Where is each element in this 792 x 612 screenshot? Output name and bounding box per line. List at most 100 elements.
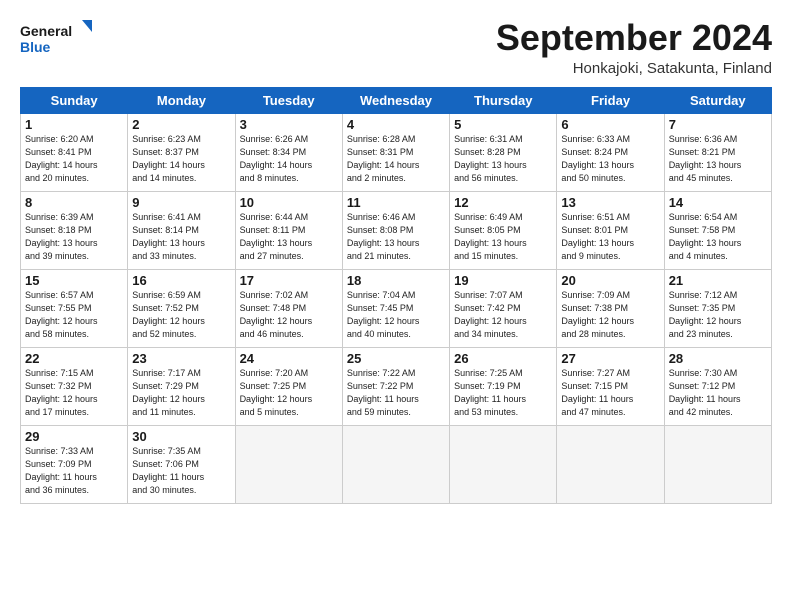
day-number: 3 — [240, 117, 338, 132]
day-number: 8 — [25, 195, 123, 210]
table-cell — [450, 425, 557, 503]
subtitle: Honkajoki, Satakunta, Finland — [496, 60, 772, 77]
table-row: 29 Sunrise: 7:33 AM Sunset: 7:09 PM Dayl… — [21, 425, 772, 503]
table-cell: 1 Sunrise: 6:20 AM Sunset: 8:41 PM Dayli… — [21, 113, 128, 191]
day-info: Sunrise: 6:33 AM Sunset: 8:24 PM Dayligh… — [561, 133, 659, 185]
svg-text:General: General — [20, 23, 72, 39]
day-info: Sunrise: 7:09 AM Sunset: 7:38 PM Dayligh… — [561, 289, 659, 341]
calendar-body: 1 Sunrise: 6:20 AM Sunset: 8:41 PM Dayli… — [21, 113, 772, 503]
header: General Blue September 2024 Honkajoki, S… — [20, 18, 772, 77]
table-cell: 24 Sunrise: 7:20 AM Sunset: 7:25 PM Dayl… — [235, 347, 342, 425]
table-cell: 11 Sunrise: 6:46 AM Sunset: 8:08 PM Dayl… — [342, 191, 449, 269]
day-number: 27 — [561, 351, 659, 366]
day-number: 19 — [454, 273, 552, 288]
table-cell: 2 Sunrise: 6:23 AM Sunset: 8:37 PM Dayli… — [128, 113, 235, 191]
day-number: 17 — [240, 273, 338, 288]
day-number: 9 — [132, 195, 230, 210]
day-number: 28 — [669, 351, 767, 366]
day-info: Sunrise: 6:59 AM Sunset: 7:52 PM Dayligh… — [132, 289, 230, 341]
title-area: September 2024 Honkajoki, Satakunta, Fin… — [496, 18, 772, 77]
day-number: 10 — [240, 195, 338, 210]
day-number: 25 — [347, 351, 445, 366]
day-number: 16 — [132, 273, 230, 288]
table-cell: 21 Sunrise: 7:12 AM Sunset: 7:35 PM Dayl… — [664, 269, 771, 347]
day-number: 13 — [561, 195, 659, 210]
day-info: Sunrise: 7:07 AM Sunset: 7:42 PM Dayligh… — [454, 289, 552, 341]
day-number: 30 — [132, 429, 230, 444]
table-cell: 27 Sunrise: 7:27 AM Sunset: 7:15 PM Dayl… — [557, 347, 664, 425]
day-number: 1 — [25, 117, 123, 132]
day-info: Sunrise: 7:02 AM Sunset: 7:48 PM Dayligh… — [240, 289, 338, 341]
table-cell: 17 Sunrise: 7:02 AM Sunset: 7:48 PM Dayl… — [235, 269, 342, 347]
col-monday: Monday — [128, 87, 235, 113]
day-info: Sunrise: 7:33 AM Sunset: 7:09 PM Dayligh… — [25, 445, 123, 497]
day-number: 21 — [669, 273, 767, 288]
table-cell: 25 Sunrise: 7:22 AM Sunset: 7:22 PM Dayl… — [342, 347, 449, 425]
day-info: Sunrise: 7:15 AM Sunset: 7:32 PM Dayligh… — [25, 367, 123, 419]
day-info: Sunrise: 7:22 AM Sunset: 7:22 PM Dayligh… — [347, 367, 445, 419]
table-cell: 14 Sunrise: 6:54 AM Sunset: 7:58 PM Dayl… — [664, 191, 771, 269]
day-info: Sunrise: 6:41 AM Sunset: 8:14 PM Dayligh… — [132, 211, 230, 263]
day-number: 26 — [454, 351, 552, 366]
table-row: 15 Sunrise: 6:57 AM Sunset: 7:55 PM Dayl… — [21, 269, 772, 347]
day-info: Sunrise: 6:36 AM Sunset: 8:21 PM Dayligh… — [669, 133, 767, 185]
day-number: 20 — [561, 273, 659, 288]
table-cell: 15 Sunrise: 6:57 AM Sunset: 7:55 PM Dayl… — [21, 269, 128, 347]
day-info: Sunrise: 6:26 AM Sunset: 8:34 PM Dayligh… — [240, 133, 338, 185]
table-cell: 4 Sunrise: 6:28 AM Sunset: 8:31 PM Dayli… — [342, 113, 449, 191]
calendar-table: Sunday Monday Tuesday Wednesday Thursday… — [20, 87, 772, 504]
logo: General Blue — [20, 18, 100, 63]
table-cell: 7 Sunrise: 6:36 AM Sunset: 8:21 PM Dayli… — [664, 113, 771, 191]
day-number: 18 — [347, 273, 445, 288]
table-cell: 18 Sunrise: 7:04 AM Sunset: 7:45 PM Dayl… — [342, 269, 449, 347]
table-cell: 19 Sunrise: 7:07 AM Sunset: 7:42 PM Dayl… — [450, 269, 557, 347]
day-info: Sunrise: 6:31 AM Sunset: 8:28 PM Dayligh… — [454, 133, 552, 185]
table-cell: 28 Sunrise: 7:30 AM Sunset: 7:12 PM Dayl… — [664, 347, 771, 425]
day-info: Sunrise: 6:44 AM Sunset: 8:11 PM Dayligh… — [240, 211, 338, 263]
table-cell: 16 Sunrise: 6:59 AM Sunset: 7:52 PM Dayl… — [128, 269, 235, 347]
day-info: Sunrise: 7:17 AM Sunset: 7:29 PM Dayligh… — [132, 367, 230, 419]
table-cell — [235, 425, 342, 503]
day-number: 12 — [454, 195, 552, 210]
table-cell: 22 Sunrise: 7:15 AM Sunset: 7:32 PM Dayl… — [21, 347, 128, 425]
day-info: Sunrise: 6:57 AM Sunset: 7:55 PM Dayligh… — [25, 289, 123, 341]
table-cell — [342, 425, 449, 503]
table-cell: 30 Sunrise: 7:35 AM Sunset: 7:06 PM Dayl… — [128, 425, 235, 503]
table-row: 8 Sunrise: 6:39 AM Sunset: 8:18 PM Dayli… — [21, 191, 772, 269]
logo-svg: General Blue — [20, 18, 100, 63]
col-friday: Friday — [557, 87, 664, 113]
day-info: Sunrise: 6:54 AM Sunset: 7:58 PM Dayligh… — [669, 211, 767, 263]
day-info: Sunrise: 6:46 AM Sunset: 8:08 PM Dayligh… — [347, 211, 445, 263]
month-title: September 2024 — [496, 18, 772, 58]
col-tuesday: Tuesday — [235, 87, 342, 113]
table-row: 1 Sunrise: 6:20 AM Sunset: 8:41 PM Dayli… — [21, 113, 772, 191]
day-info: Sunrise: 7:04 AM Sunset: 7:45 PM Dayligh… — [347, 289, 445, 341]
table-cell: 5 Sunrise: 6:31 AM Sunset: 8:28 PM Dayli… — [450, 113, 557, 191]
day-number: 5 — [454, 117, 552, 132]
day-number: 14 — [669, 195, 767, 210]
day-number: 7 — [669, 117, 767, 132]
day-info: Sunrise: 7:12 AM Sunset: 7:35 PM Dayligh… — [669, 289, 767, 341]
day-number: 23 — [132, 351, 230, 366]
day-info: Sunrise: 6:23 AM Sunset: 8:37 PM Dayligh… — [132, 133, 230, 185]
col-wednesday: Wednesday — [342, 87, 449, 113]
day-info: Sunrise: 7:25 AM Sunset: 7:19 PM Dayligh… — [454, 367, 552, 419]
table-cell: 6 Sunrise: 6:33 AM Sunset: 8:24 PM Dayli… — [557, 113, 664, 191]
day-info: Sunrise: 6:28 AM Sunset: 8:31 PM Dayligh… — [347, 133, 445, 185]
day-number: 22 — [25, 351, 123, 366]
table-cell: 29 Sunrise: 7:33 AM Sunset: 7:09 PM Dayl… — [21, 425, 128, 503]
day-info: Sunrise: 7:35 AM Sunset: 7:06 PM Dayligh… — [132, 445, 230, 497]
col-thursday: Thursday — [450, 87, 557, 113]
header-row: Sunday Monday Tuesday Wednesday Thursday… — [21, 87, 772, 113]
day-info: Sunrise: 6:51 AM Sunset: 8:01 PM Dayligh… — [561, 211, 659, 263]
day-info: Sunrise: 7:20 AM Sunset: 7:25 PM Dayligh… — [240, 367, 338, 419]
table-cell — [557, 425, 664, 503]
table-cell: 8 Sunrise: 6:39 AM Sunset: 8:18 PM Dayli… — [21, 191, 128, 269]
day-number: 2 — [132, 117, 230, 132]
table-cell: 9 Sunrise: 6:41 AM Sunset: 8:14 PM Dayli… — [128, 191, 235, 269]
day-info: Sunrise: 6:20 AM Sunset: 8:41 PM Dayligh… — [25, 133, 123, 185]
table-cell: 12 Sunrise: 6:49 AM Sunset: 8:05 PM Dayl… — [450, 191, 557, 269]
table-cell: 13 Sunrise: 6:51 AM Sunset: 8:01 PM Dayl… — [557, 191, 664, 269]
day-info: Sunrise: 6:49 AM Sunset: 8:05 PM Dayligh… — [454, 211, 552, 263]
table-cell: 23 Sunrise: 7:17 AM Sunset: 7:29 PM Dayl… — [128, 347, 235, 425]
